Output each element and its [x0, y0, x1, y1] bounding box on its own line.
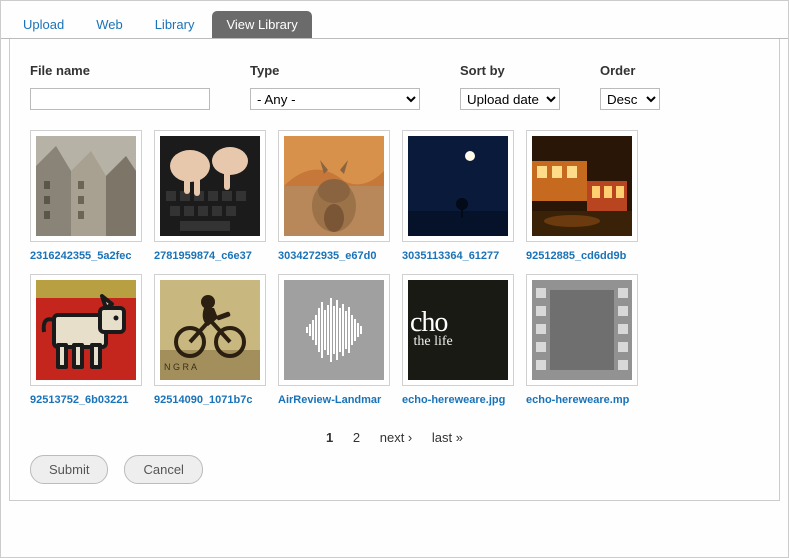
tab-web[interactable]: Web	[82, 11, 137, 38]
thumbnail	[526, 130, 638, 242]
page-2[interactable]: 2	[353, 430, 360, 445]
page-1[interactable]: 1	[326, 430, 333, 445]
filter-bar: File name Type - Any - Sort by Upload da…	[30, 63, 759, 110]
thumbnail	[30, 130, 142, 242]
image-icon	[160, 136, 260, 236]
media-item[interactable]: 3034272935_e67d0	[278, 130, 390, 262]
image-icon	[532, 136, 632, 236]
submit-button[interactable]: Submit	[30, 455, 108, 484]
audio-icon	[284, 280, 384, 380]
filename-text: 92512885_cd6dd9b	[526, 250, 638, 262]
image-icon	[284, 136, 384, 236]
order-select[interactable]: Desc	[600, 88, 660, 110]
filename-text: echo-hereweare.mp	[526, 394, 638, 406]
media-item[interactable]: echo-hereweare.mp	[526, 274, 638, 406]
tab-library[interactable]: Library	[141, 11, 209, 38]
tab-upload[interactable]: Upload	[9, 11, 78, 38]
filename-label: File name	[30, 63, 210, 78]
type-select[interactable]: - Any -	[250, 88, 420, 110]
filename-text: 2781959874_c6e37	[154, 250, 266, 262]
image-icon: cho the life	[408, 280, 508, 380]
thumbnail	[526, 274, 638, 386]
order-label: Order	[600, 63, 660, 78]
thumbnail	[278, 274, 390, 386]
sortby-select[interactable]: Upload date	[460, 88, 560, 110]
filename-text: echo-hereweare.jpg	[402, 394, 514, 406]
filter-sortby: Sort by Upload date	[460, 63, 560, 110]
image-icon: N G R A	[160, 280, 260, 380]
media-item[interactable]: 2781959874_c6e37	[154, 130, 266, 262]
thumbnail: cho the life	[402, 274, 514, 386]
filename-text: 3034272935_e67d0	[278, 250, 390, 262]
tab-bar: Upload Web Library View Library	[1, 1, 788, 39]
video-icon	[532, 280, 632, 380]
filename-text: 3035113364_61277	[402, 250, 514, 262]
filter-filename: File name	[30, 63, 210, 110]
filter-type: Type - Any -	[250, 63, 420, 110]
thumbnail	[278, 130, 390, 242]
filename-input[interactable]	[30, 88, 210, 110]
filename-text: 2316242355_5a2fec	[30, 250, 142, 262]
filename-text: 92513752_6b03221	[30, 394, 142, 406]
thumbnail	[154, 130, 266, 242]
media-item[interactable]: AirReview-Landmar	[278, 274, 390, 406]
view-library-panel: File name Type - Any - Sort by Upload da…	[9, 39, 780, 501]
media-library-window: Upload Web Library View Library File nam…	[0, 0, 789, 558]
thumbnail	[402, 130, 514, 242]
pager: 1 2 next › last »	[30, 430, 759, 445]
cancel-button[interactable]: Cancel	[124, 455, 202, 484]
pager-last[interactable]: last »	[432, 430, 463, 445]
tab-view-library[interactable]: View Library	[212, 11, 311, 38]
filter-order: Order Desc	[600, 63, 660, 110]
media-item[interactable]: N G R A 92514090_1071b7c	[154, 274, 266, 406]
media-item[interactable]: 92512885_cd6dd9b	[526, 130, 638, 262]
filename-text: AirReview-Landmar	[278, 394, 390, 406]
action-bar: Submit Cancel	[30, 455, 759, 484]
media-item[interactable]: cho the life echo-hereweare.jpg	[402, 274, 514, 406]
image-icon	[36, 280, 136, 380]
type-label: Type	[250, 63, 420, 78]
sortby-label: Sort by	[460, 63, 560, 78]
image-icon	[408, 136, 508, 236]
thumbnail-grid: 2316242355_5a2fec	[30, 130, 759, 406]
filename-text: 92514090_1071b7c	[154, 394, 266, 406]
thumbnail: N G R A	[154, 274, 266, 386]
thumbnail	[30, 274, 142, 386]
media-item[interactable]: 2316242355_5a2fec	[30, 130, 142, 262]
pager-next[interactable]: next ›	[380, 430, 413, 445]
media-item[interactable]: 92513752_6b03221	[30, 274, 142, 406]
media-item[interactable]: 3035113364_61277	[402, 130, 514, 262]
image-icon	[36, 136, 136, 236]
svg-text:N G R A: N G R A	[164, 362, 197, 372]
